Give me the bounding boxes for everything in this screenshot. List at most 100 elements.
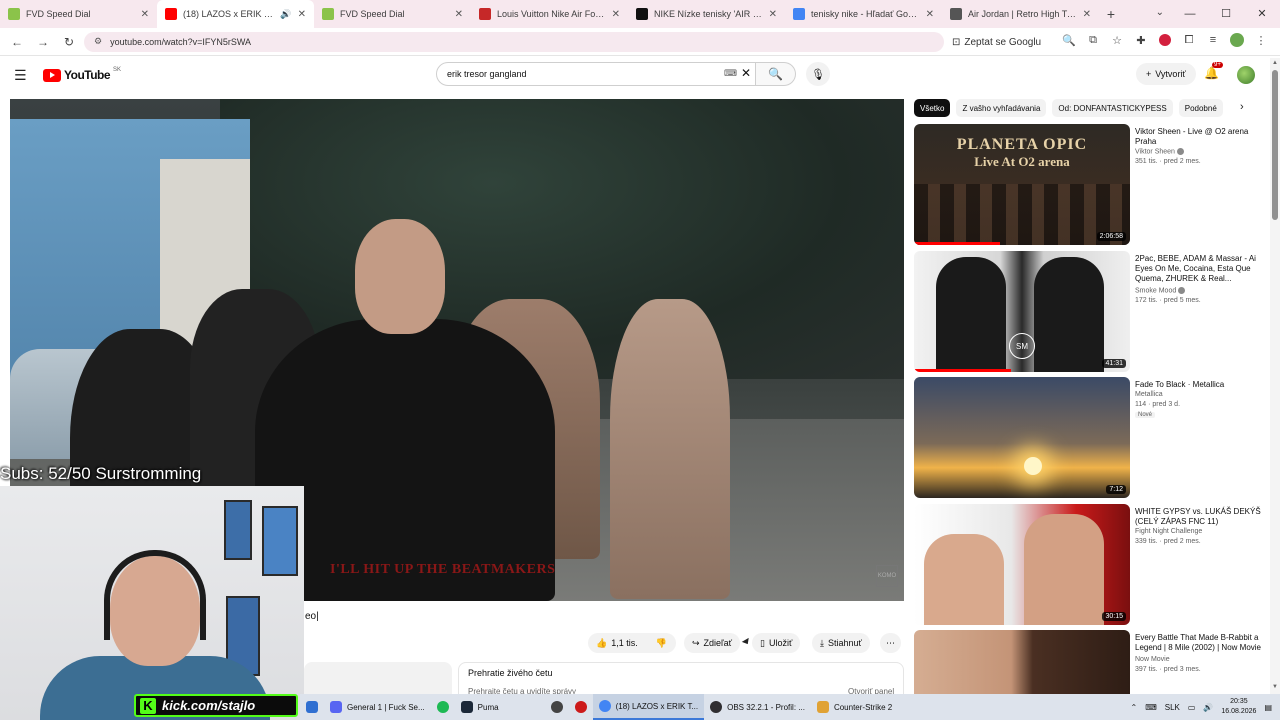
browser-menu-icon[interactable]: ⋮ <box>1252 31 1270 49</box>
browser-tab[interactable]: tenisky nike - Hľadať Googlom ✕ <box>785 0 942 28</box>
notifications-bell-icon[interactable]: 🔔 <box>1204 66 1219 80</box>
recommendation-thumbnail[interactable]: 30:15 <box>914 504 1130 625</box>
recommendation-channel[interactable]: Now Movie <box>1135 656 1170 663</box>
recommendation-channel[interactable]: Smoke Mood <box>1135 287 1186 294</box>
zoom-icon[interactable]: 🔍 <box>1060 31 1078 49</box>
recommendation-thumbnail[interactable]: SM 41:31 <box>914 251 1130 372</box>
reload-icon[interactable]: ↻ <box>58 31 80 53</box>
menu-hamburger-icon[interactable]: ☰ <box>14 67 27 84</box>
address-bar[interactable]: ⚙ youtube.com/watch?v=IFYN5rSWA <box>84 31 944 52</box>
chip-from-channel[interactable]: Od: DONFANTASTICKYPESS <box>1052 99 1173 117</box>
back-arrow-icon[interactable]: ← <box>6 31 28 53</box>
chips-next-arrow-icon[interactable]: › <box>1240 101 1244 113</box>
recommendation-title[interactable]: Fade To Black · Metallica <box>1135 380 1263 390</box>
scrollbar-thumb[interactable] <box>1272 70 1278 220</box>
tab-favicon-icon <box>165 8 177 20</box>
keyboard-icon[interactable]: ⌨ <box>724 68 737 79</box>
taskbar-app-discord[interactable]: General 1 | Fuck Se... <box>324 694 431 720</box>
recommendation-channel[interactable]: Fight Night Challenge <box>1135 528 1202 535</box>
chip-all[interactable]: Všetko <box>914 99 951 117</box>
reading-list-icon[interactable]: ≡ <box>1204 31 1222 49</box>
browser-tab[interactable]: NIKE Nízke tenisky 'AIR FORCE ✕ <box>628 0 785 28</box>
save-button[interactable]: ▯ Uložiť <box>752 633 801 653</box>
recommendation-title[interactable]: 2Pac, BEBE, ADAM & Massar - Ai Eyes On M… <box>1135 254 1263 284</box>
page-scrollbar[interactable] <box>1270 58 1280 694</box>
chip-from-search[interactable]: Z vašho vyhľadávania <box>956 99 1047 117</box>
extensions-icon[interactable]: ⧠ <box>1180 31 1198 49</box>
recommendation-item[interactable]: Every Battle That Made B-Rabbit a Legend… <box>914 630 1264 694</box>
tab-search-icon[interactable]: ⌄ <box>1156 7 1164 18</box>
extension-red-icon[interactable] <box>1156 31 1174 49</box>
system-clock[interactable]: 20:35 16.08.2026 <box>1221 697 1256 717</box>
thumbs-down-icon[interactable]: 👎 <box>656 638 667 649</box>
taskbar-app-chrome[interactable]: (18) LAZOS x ERIK T... <box>592 694 705 720</box>
recommendation-thumbnail[interactable] <box>914 630 1130 694</box>
recommendation-title[interactable]: Viktor Sheen - Live @ O2 arena Praha <box>1135 127 1263 147</box>
profile-icon[interactable] <box>1228 31 1246 49</box>
minimize-button[interactable]: — <box>1172 0 1208 28</box>
volume-icon[interactable]: 🔊 <box>1203 703 1213 712</box>
taskbar-app[interactable] <box>431 694 455 720</box>
recommendation-channel[interactable]: Metallica <box>1135 391 1163 398</box>
recommendation-thumbnail[interactable]: 7:12 <box>914 377 1130 498</box>
forward-arrow-icon[interactable]: → <box>32 31 54 53</box>
tab-close-icon[interactable]: ✕ <box>141 9 149 20</box>
new-tab-button[interactable]: + <box>1099 6 1123 22</box>
tab-close-icon[interactable]: ✕ <box>1083 9 1091 20</box>
browser-tab-active[interactable]: (18) LAZOS x ERIK TRESOR 🔊 ✕ <box>157 0 314 28</box>
bookmark-star-icon[interactable]: ☆ <box>1108 31 1126 49</box>
tab-close-icon[interactable]: ✕ <box>769 9 777 20</box>
tab-favicon-icon <box>636 8 648 20</box>
tab-audio-icon[interactable]: 🔊 <box>280 9 291 20</box>
recommendation-title[interactable]: WHITE GYPSY vs. LUKÁŠ DEKÝŠ (CELÝ ZÁPAS … <box>1135 507 1263 527</box>
taskbar-app-steam[interactable]: Puma <box>455 694 505 720</box>
tab-close-icon[interactable]: ✕ <box>298 9 306 20</box>
scroll-down-arrow-icon[interactable]: ▼ <box>1272 684 1278 690</box>
recommendation-channel[interactable]: Viktor Sheen <box>1135 148 1184 155</box>
taskbar-app[interactable] <box>545 694 569 720</box>
maximize-button[interactable]: ☐ <box>1208 0 1244 28</box>
taskbar-app-obs[interactable]: OBS 32.2.1 - Profil: ... <box>704 694 811 720</box>
account-avatar[interactable] <box>1237 66 1255 84</box>
tray-keyboard-icon[interactable]: ⌨ <box>1145 703 1157 712</box>
browser-tab[interactable]: FVD Speed Dial ✕ <box>314 0 471 28</box>
tray-chevron-icon[interactable]: ⌃ <box>1130 703 1137 712</box>
more-actions-button[interactable]: ⋯ <box>880 633 901 653</box>
ask-google-button[interactable]: ⊡ Zeptat se Googlu <box>952 32 1041 52</box>
notification-center-icon[interactable]: ▤ <box>1264 703 1272 712</box>
install-app-icon[interactable]: ⧉ <box>1084 31 1102 49</box>
close-window-button[interactable]: ✕ <box>1244 0 1280 28</box>
tab-close-icon[interactable]: ✕ <box>926 9 934 20</box>
share-button[interactable]: ↪ Zdieľať <box>684 633 741 653</box>
browser-tab[interactable]: Louis Vuitton Nike Air Force 1 L ✕ <box>471 0 628 28</box>
search-icon: 🔍 <box>768 67 783 81</box>
taskbar-app-cs2[interactable]: Counter-Strike 2 <box>811 694 898 720</box>
taskbar-app[interactable] <box>300 694 324 720</box>
recommendation-item[interactable]: 30:15 WHITE GYPSY vs. LUKÁŠ DEKÝŠ (CELÝ … <box>914 504 1264 626</box>
extension-puzzle-icon[interactable]: ✚ <box>1132 31 1150 49</box>
search-input[interactable]: erik tresor gangland <box>436 62 756 86</box>
webcam-overlay <box>0 486 304 720</box>
taskbar-app[interactable] <box>569 694 593 720</box>
language-indicator[interactable]: SLK <box>1165 703 1180 712</box>
search-button[interactable]: 🔍 <box>756 62 796 86</box>
scroll-up-arrow-icon[interactable]: ▲ <box>1272 60 1278 66</box>
tab-close-icon[interactable]: ✕ <box>455 9 463 20</box>
recommendation-item[interactable]: SM 41:31 2Pac, BEBE, ADAM & Massar - Ai … <box>914 251 1264 373</box>
browser-tab[interactable]: FVD Speed Dial ✕ <box>0 0 157 28</box>
clear-search-icon[interactable]: ✕ <box>741 66 751 80</box>
site-info-icon[interactable]: ⚙ <box>94 36 102 47</box>
recommendation-thumbnail[interactable]: PLANETA OPIC Live At O2 arena 2:06:58 <box>914 124 1130 245</box>
recommendation-item[interactable]: 7:12 Fade To Black · Metallica Metallica… <box>914 377 1264 499</box>
create-button[interactable]: + Vytvoriť <box>1136 63 1196 85</box>
recommendation-title[interactable]: Every Battle That Made B-Rabbit a Legend… <box>1135 633 1263 653</box>
network-icon[interactable]: ▭ <box>1188 703 1196 712</box>
recommendation-item[interactable]: PLANETA OPIC Live At O2 arena 2:06:58 Vi… <box>914 124 1264 246</box>
browser-tab[interactable]: Air Jordan | Retro High Travis S ✕ <box>942 0 1099 28</box>
tab-close-icon[interactable]: ✕ <box>612 9 620 20</box>
chip-similar[interactable]: Podobné <box>1178 99 1223 117</box>
download-button[interactable]: ⤓ Stiahnuť <box>812 633 870 653</box>
voice-search-button[interactable]: 🎙 <box>806 62 830 86</box>
like-button[interactable]: 👍 1,1 tis. 👎 <box>588 633 676 653</box>
youtube-logo[interactable]: YouTube SK <box>43 67 121 82</box>
